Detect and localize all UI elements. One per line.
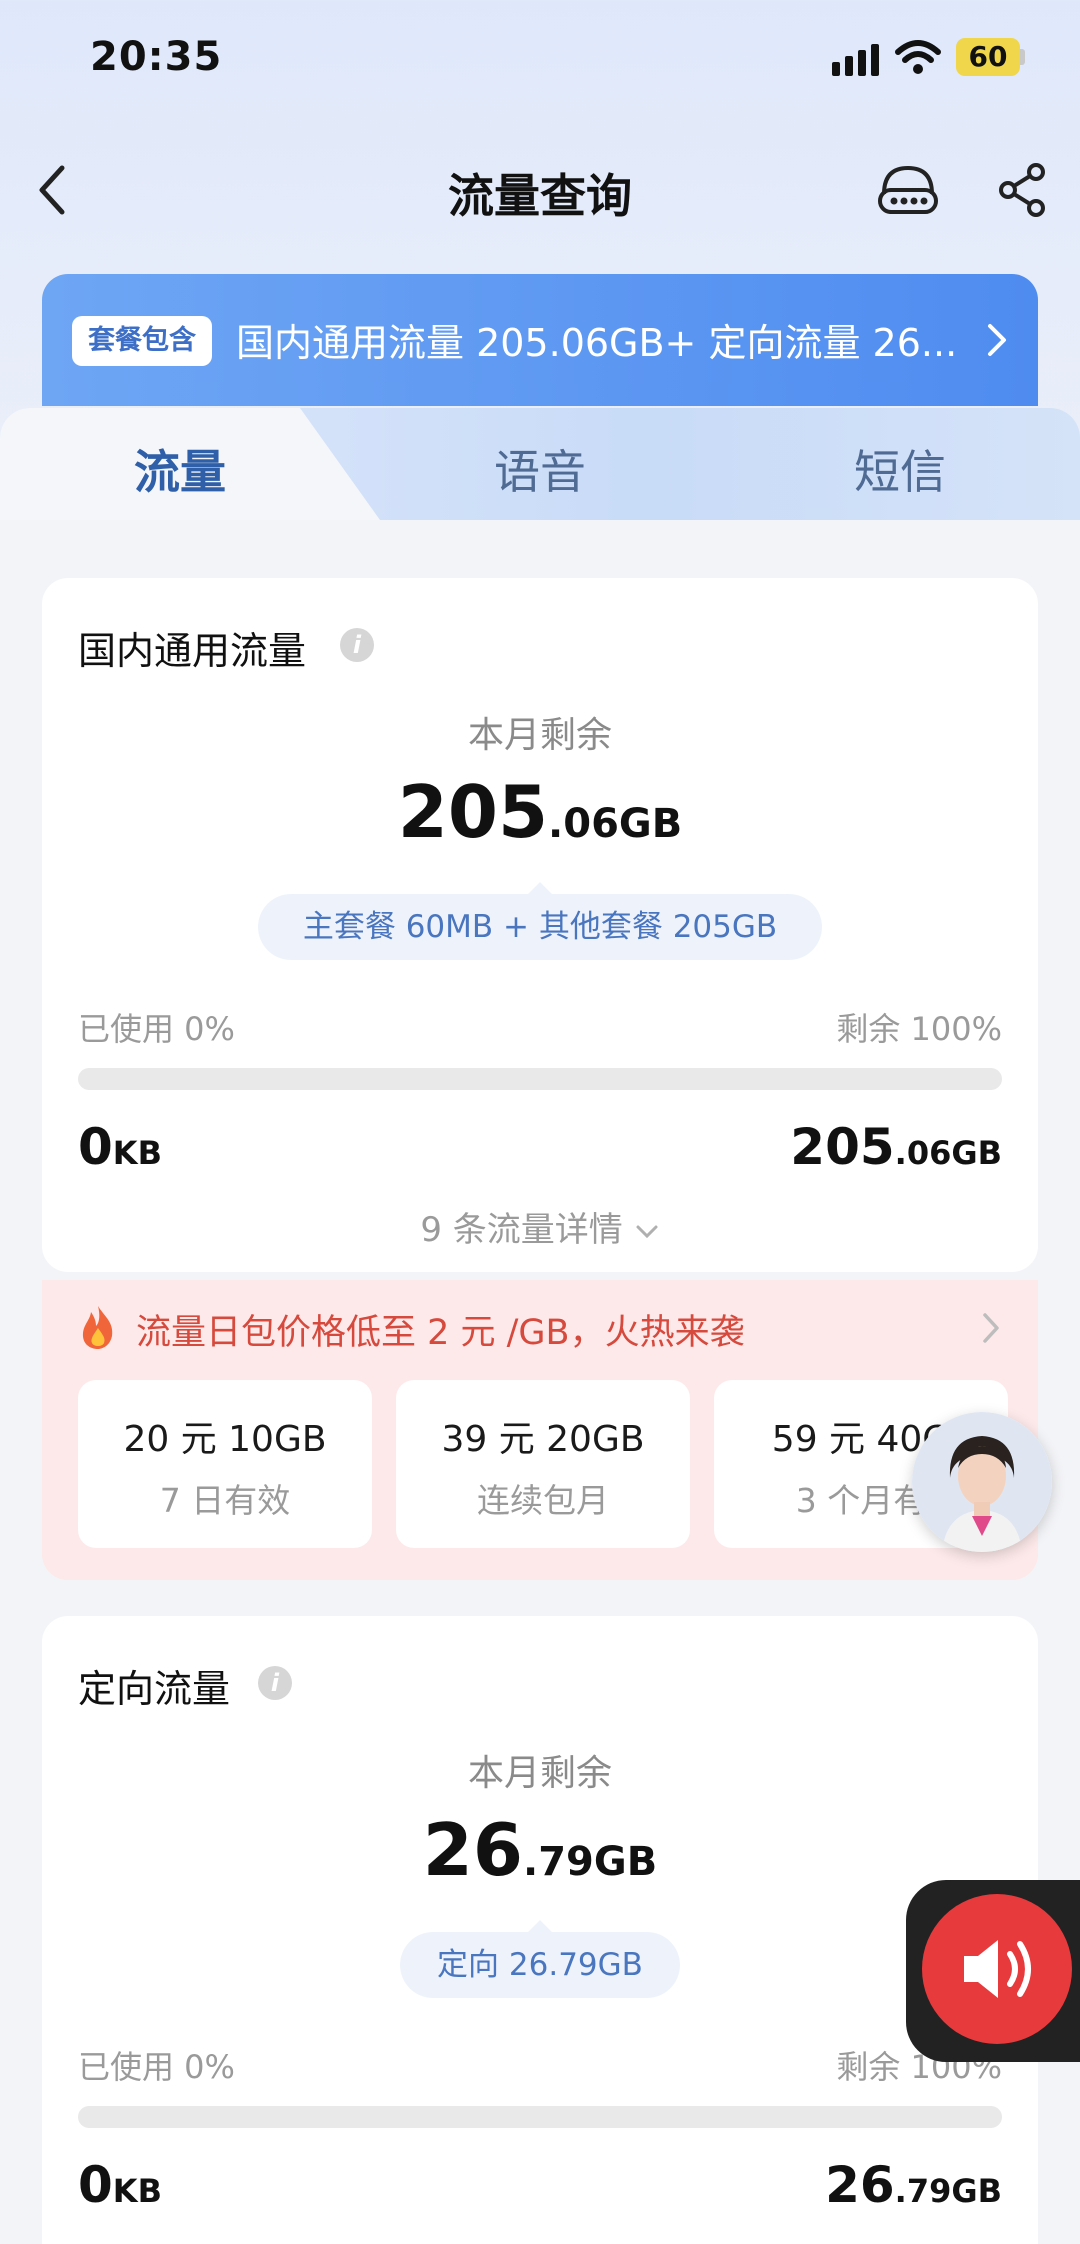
offer-sub: 连续包月 — [477, 1481, 609, 1520]
breakdown-pill: 主套餐 60MB + 其他套餐 205GB — [258, 894, 822, 960]
used-num: 0 — [78, 2156, 113, 2214]
package-tag: 套餐包含 — [72, 316, 212, 366]
remain-amount: 26.79GB — [0, 1808, 1080, 1892]
offer-title: 20 元 10GB — [123, 1419, 327, 1460]
share-icon[interactable] — [996, 162, 1048, 218]
left-percent: 剩余 100% — [836, 1010, 1002, 1048]
battery-tip — [1020, 49, 1025, 65]
offer-sub: 7 日有效 — [159, 1481, 291, 1520]
tab-data[interactable]: 流量 — [80, 436, 280, 502]
total-amount: 26.79GB — [825, 2156, 1002, 2214]
total-dec: .06GB — [894, 1134, 1002, 1172]
used-amount: 0KB — [78, 2156, 162, 2214]
pill-pointer — [528, 882, 552, 894]
battery-indicator: 60 — [956, 38, 1020, 76]
tab-sms[interactable]: 短信 — [800, 436, 1000, 502]
info-icon[interactable]: i — [258, 1666, 292, 1700]
card-title: 定向流量 — [78, 1667, 231, 1711]
remain-dec: .79GB — [523, 1839, 658, 1885]
total-int: 205 — [790, 1118, 895, 1176]
remain-amount: 205.06GB — [0, 770, 1080, 854]
card-title: 国内通用流量 — [78, 629, 307, 673]
used-unit: KB — [112, 1134, 162, 1172]
used-percent: 已使用 0% — [78, 1010, 235, 1048]
pill-pointer — [528, 1920, 552, 1932]
total-dec: .79GB — [894, 2172, 1002, 2210]
usage-bar — [78, 1068, 1002, 1090]
remain-int: 26 — [422, 1808, 523, 1892]
chevron-down-icon — [636, 1225, 658, 1238]
used-amount: 0KB — [78, 1118, 162, 1176]
used-percent: 已使用 0% — [78, 2048, 235, 2086]
usage-bar — [78, 2106, 1002, 2128]
offer-card[interactable]: 39 元 20GB 连续包月 — [396, 1380, 690, 1548]
speaker-icon — [964, 1940, 1031, 1998]
used-num: 0 — [78, 1118, 113, 1176]
info-icon[interactable]: i — [340, 628, 374, 662]
remain-dec: .06GB — [548, 801, 683, 847]
remain-label: 本月剩余 — [467, 1753, 612, 1794]
offer-card[interactable]: 20 元 10GB 7 日有效 — [78, 1380, 372, 1548]
assistant-portrait — [912, 1412, 1052, 1552]
remain-label: 本月剩余 — [467, 715, 612, 756]
fire-icon — [82, 1306, 113, 1349]
wifi-icon — [895, 40, 941, 74]
chevron-right-icon[interactable] — [978, 1310, 1004, 1346]
tab-voice[interactable]: 语音 — [440, 436, 640, 502]
headset-10000-icon[interactable] — [876, 160, 940, 224]
detail-link[interactable]: 9 条流量详情 — [0, 1202, 1080, 1251]
used-unit: KB — [112, 2172, 162, 2210]
promo-text[interactable]: 流量日包价格低至 2 元 /GB，火热来袭 — [136, 1304, 745, 1355]
package-summary: 国内通用流量 205.06GB+ 定向流量 26... — [236, 321, 958, 365]
signal-icon — [832, 44, 879, 76]
status-time: 20:35 — [90, 34, 223, 80]
speaker-button[interactable] — [922, 1894, 1072, 2044]
breakdown-pill: 定向 26.79GB — [400, 1932, 680, 1998]
total-int: 26 — [825, 2156, 895, 2214]
offer-title: 39 元 20GB — [441, 1419, 645, 1460]
assistant-avatar[interactable] — [912, 1412, 1052, 1552]
remain-int: 205 — [397, 770, 549, 854]
total-amount: 205.06GB — [790, 1118, 1002, 1176]
detail-link-text: 9 条流量详情 — [420, 1210, 623, 1250]
chevron-right-icon — [988, 324, 1006, 356]
